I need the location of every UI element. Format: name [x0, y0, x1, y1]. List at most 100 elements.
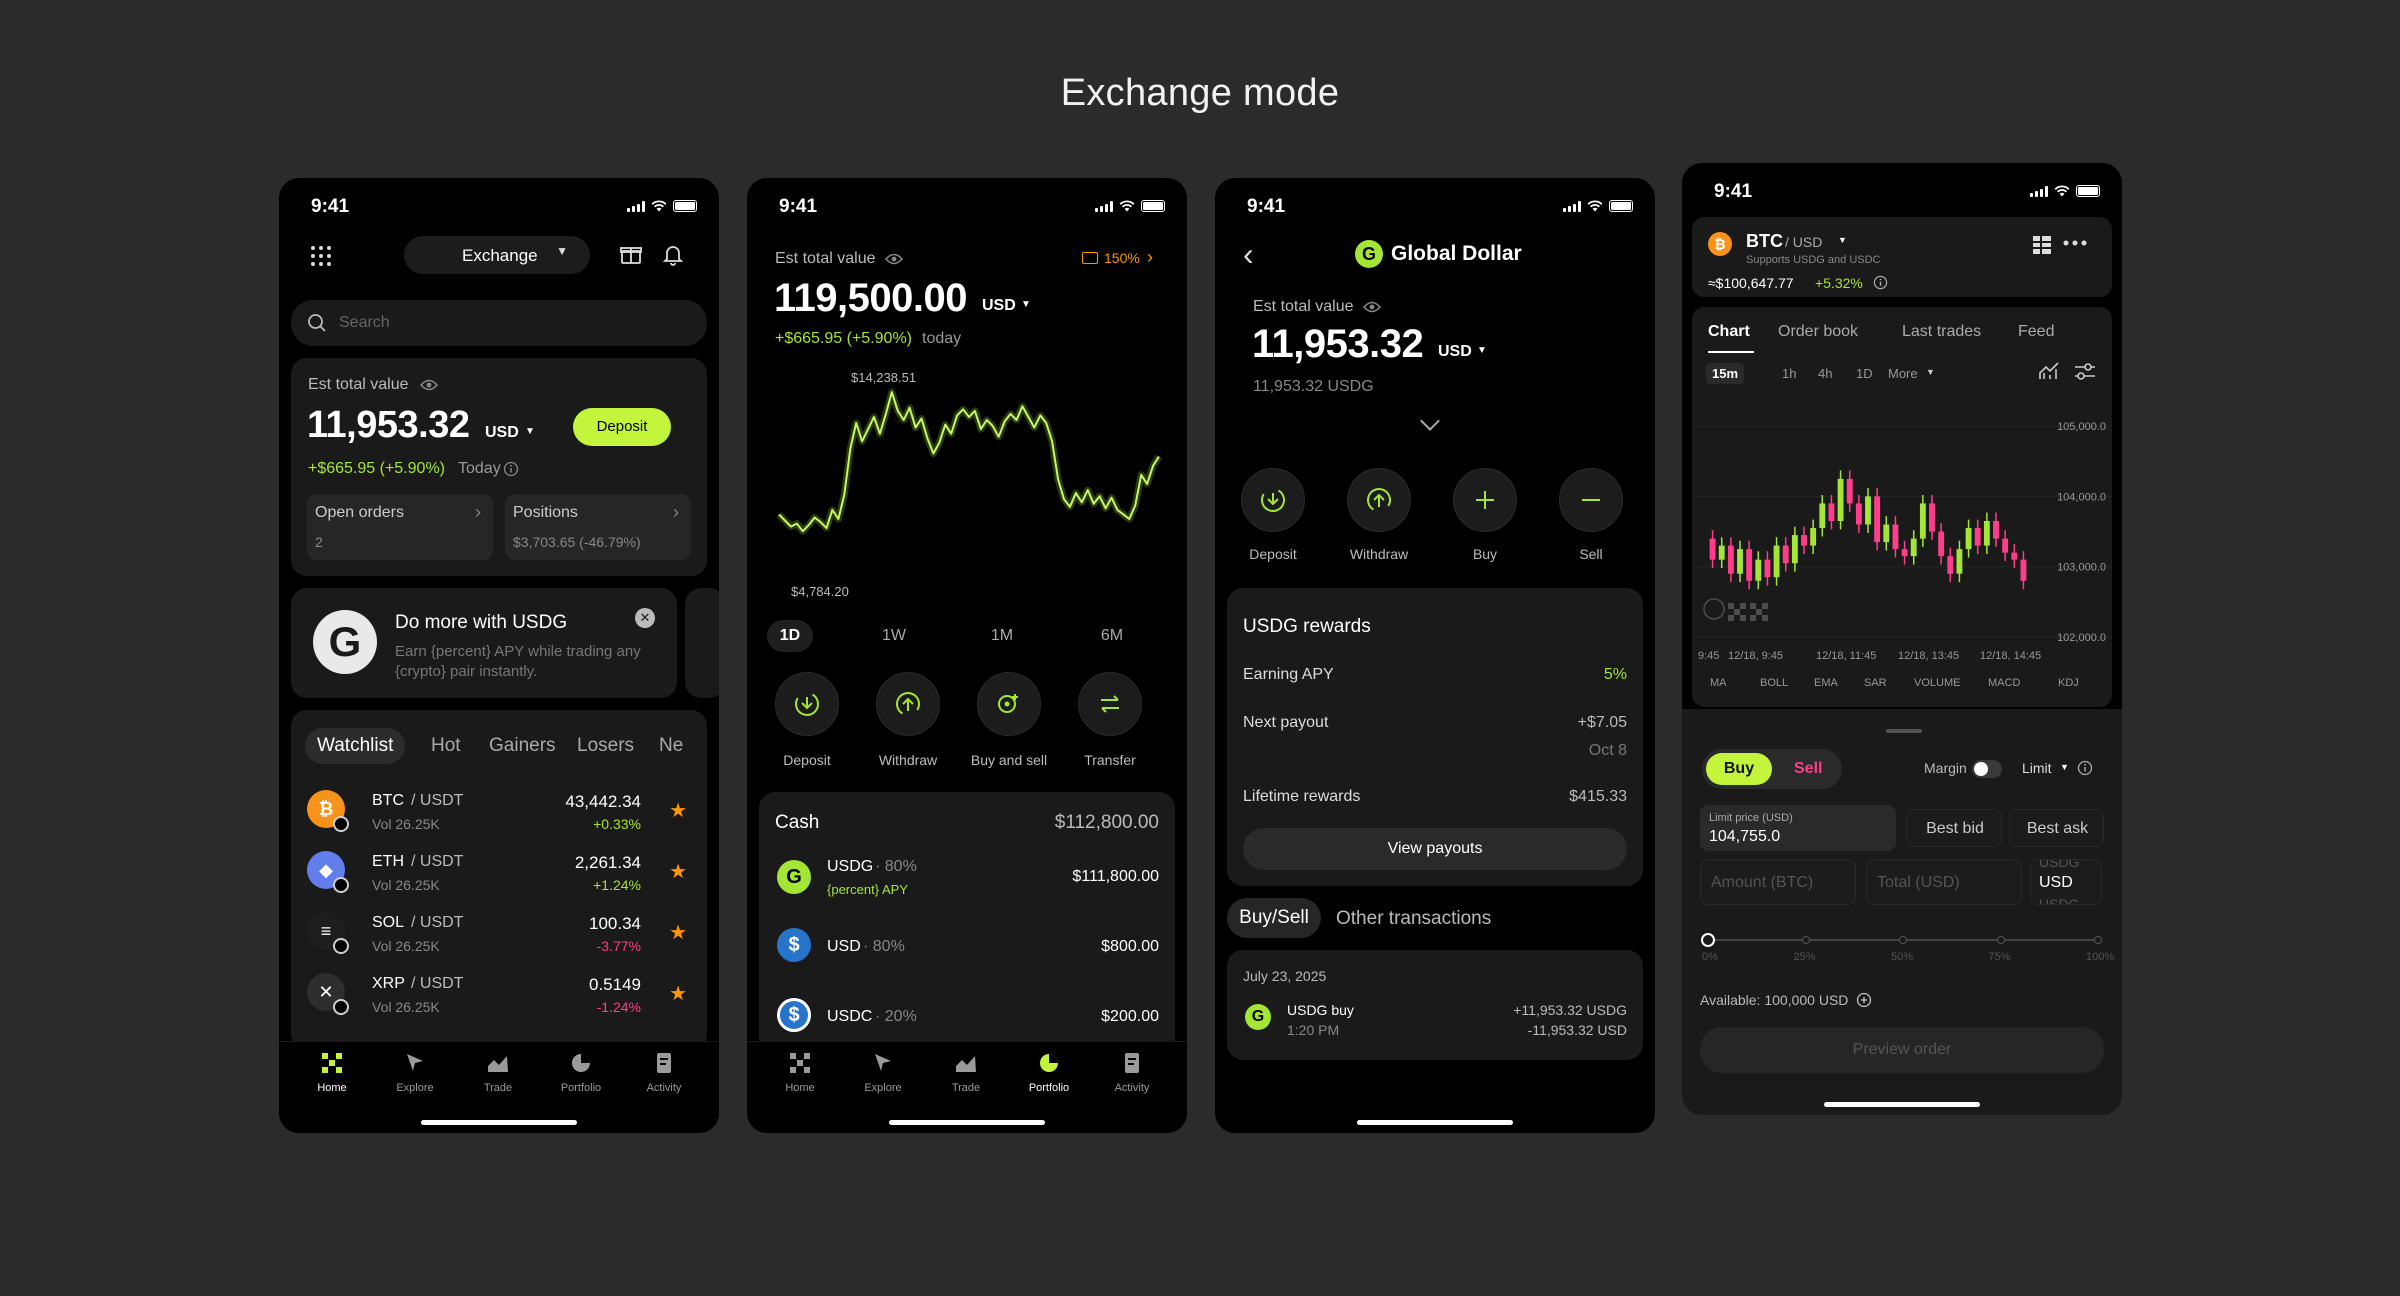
transfer-button[interactable]	[1078, 672, 1142, 736]
watchlist-tab[interactable]: Watchlist	[305, 728, 406, 764]
pair-base[interactable]: BTC	[1746, 231, 1783, 252]
add-funds-icon[interactable]	[1856, 992, 1872, 1008]
info-icon[interactable]	[1873, 275, 1888, 290]
apps-grid-icon[interactable]	[309, 244, 333, 268]
withdraw-button[interactable]	[876, 672, 940, 736]
promo-card[interactable]: G Do more with USDG ✕ Earn {percent} APY…	[291, 588, 677, 698]
watchlist-tab[interactable]: Ne	[647, 728, 695, 764]
watchlist-row[interactable]: ₿ BTC / USDT Vol 26.25K 43,442.34 +0.33% ★	[291, 788, 707, 844]
watchlist-tab[interactable]: Gainers	[477, 728, 568, 764]
interval-4h[interactable]: 4h	[1812, 363, 1838, 384]
chart-tab-last-trades[interactable]: Last trades	[1902, 323, 1981, 341]
indicator-volume[interactable]: VOLUME	[1914, 677, 1960, 689]
order-type[interactable]: Limit	[2022, 760, 2052, 776]
search-field[interactable]: Search	[291, 300, 707, 346]
gift-icon[interactable]	[619, 242, 643, 266]
chart-tab-chart[interactable]: Chart	[1708, 323, 1750, 341]
deposit-button[interactable]: Deposit	[573, 408, 671, 446]
expand-chevron-icon[interactable]	[1420, 411, 1440, 431]
mode-selector[interactable]: Exchange ▼	[404, 236, 590, 274]
eye-icon[interactable]	[885, 252, 903, 266]
tab-buy-sell[interactable]: Buy/Sell	[1227, 898, 1321, 938]
candlestick-chart[interactable]: 105,000.0 104,000.0 103,000.0 102,000.0 9:45…	[1692, 387, 2112, 667]
buy-and-sell-button[interactable]	[977, 672, 1041, 736]
sell-tab[interactable]: Sell	[1794, 760, 1822, 778]
watchlist-row[interactable]: ≡ SOL / USDT Vol 26.25K 100.34 -3.77% ★	[291, 910, 707, 966]
deposit-button[interactable]	[775, 672, 839, 736]
layout-icon[interactable]	[2032, 235, 2052, 255]
tab-portfolio[interactable]: Portfolio	[541, 1052, 621, 1094]
withdraw-button[interactable]	[1347, 468, 1411, 532]
tab-other-transactions[interactable]: Other transactions	[1336, 908, 1491, 930]
unit-picker[interactable]: USDG USD USDC	[2030, 859, 2102, 905]
open-orders-card[interactable]: Open orders › 2	[307, 494, 493, 560]
tab-explore[interactable]: Explore	[843, 1052, 923, 1094]
bell-icon[interactable]	[661, 242, 685, 266]
range-1d[interactable]: 1D	[767, 620, 813, 652]
positions-card[interactable]: Positions › $3,703.65 (-46.79%)	[505, 494, 691, 560]
eye-icon[interactable]	[420, 378, 438, 392]
settings-sliders-icon[interactable]	[2074, 362, 2096, 382]
balance-currency[interactable]: USD	[982, 297, 1016, 315]
watchlist-tab[interactable]: Losers	[565, 728, 646, 764]
cash-row[interactable]: $ USDC · 20% $200.00	[759, 996, 1175, 1046]
buy-button[interactable]	[1453, 468, 1517, 532]
best-ask-button[interactable]: Best ask	[2009, 809, 2104, 847]
amount-slider[interactable]: 0% 25% 50% 75% 100%	[1701, 933, 2114, 963]
balance-currency[interactable]: USD	[485, 424, 519, 442]
info-icon[interactable]	[503, 461, 519, 477]
sheet-handle[interactable]	[1886, 729, 1922, 733]
tab-activity[interactable]: Activity	[624, 1052, 704, 1094]
interval-15m[interactable]: 15m	[1706, 363, 1745, 384]
star-icon[interactable]: ★	[669, 920, 687, 945]
tab-explore[interactable]: Explore	[375, 1052, 455, 1094]
indicator-kdj[interactable]: KDJ	[2058, 677, 2079, 689]
tab-portfolio[interactable]: Portfolio	[1009, 1052, 1089, 1094]
total-field[interactable]: Total (USD)	[1866, 859, 2022, 905]
indicator-boll[interactable]: BOLL	[1760, 677, 1788, 689]
star-icon[interactable]: ★	[669, 981, 687, 1006]
watchlist-row[interactable]: ◆ ETH / USDT Vol 26.25K 2,261.34 +1.24% ★	[291, 849, 707, 905]
indicator-ema[interactable]: EMA	[1814, 677, 1838, 689]
info-icon[interactable]	[2077, 760, 2093, 776]
leverage-badge[interactable]: 150%	[1104, 250, 1140, 266]
indicators-icon[interactable]	[2038, 361, 2060, 381]
preview-order-button[interactable]: Preview order	[1700, 1027, 2104, 1073]
indicator-macd[interactable]: MACD	[1988, 677, 2020, 689]
more-icon[interactable]	[2062, 239, 2088, 247]
transaction-card[interactable]: July 23, 2025 G USDG buy 1:20 PM +11,953…	[1227, 950, 1643, 1060]
best-bid-button[interactable]: Best bid	[1906, 809, 2002, 847]
interval-1d[interactable]: 1D	[1850, 363, 1879, 384]
close-icon[interactable]: ✕	[635, 608, 655, 628]
interval-1h[interactable]: 1h	[1776, 363, 1802, 384]
cash-row[interactable]: G USDG · 80% {percent} APY $111,800.00	[759, 856, 1175, 906]
amount-field[interactable]: Amount (BTC)	[1700, 859, 1856, 905]
deposit-button[interactable]	[1241, 468, 1305, 532]
watchlist-tab[interactable]: Hot	[419, 728, 473, 764]
chart-tab-order-book[interactable]: Order book	[1778, 323, 1858, 341]
buy-tab[interactable]: Buy	[1706, 753, 1772, 785]
tab-trade[interactable]: Trade	[926, 1052, 1006, 1094]
margin-toggle[interactable]	[1972, 760, 2002, 778]
promo-card-next[interactable]	[685, 588, 719, 698]
indicator-sar[interactable]: SAR	[1864, 677, 1887, 689]
range-6m[interactable]: 6M	[1089, 620, 1135, 652]
view-payouts-button[interactable]: View payouts	[1243, 828, 1627, 870]
star-icon[interactable]: ★	[669, 859, 687, 884]
range-1w[interactable]: 1W	[871, 620, 917, 652]
tab-activity[interactable]: Activity	[1092, 1052, 1172, 1094]
eye-icon[interactable]	[1363, 300, 1381, 314]
tab-home[interactable]: Home	[760, 1052, 840, 1094]
chart-tab-feed[interactable]: Feed	[2018, 323, 2054, 341]
pair-quote[interactable]: / USD	[1785, 234, 1822, 250]
cash-row[interactable]: $ USD · 80% $800.00	[759, 926, 1175, 976]
sell-button[interactable]	[1559, 468, 1623, 532]
watchlist-row[interactable]: ✕ XRP / USDT Vol 26.25K 0.5149 -1.24% ★	[291, 971, 707, 1027]
tab-home[interactable]: Home	[292, 1052, 372, 1094]
tab-trade[interactable]: Trade	[458, 1052, 538, 1094]
limit-price-field[interactable]: Limit price (USD) 104,755.0	[1700, 805, 1896, 851]
indicator-ma[interactable]: MA	[1710, 677, 1727, 689]
balance-currency[interactable]: USD	[1438, 343, 1472, 361]
star-icon[interactable]: ★	[669, 798, 687, 823]
back-icon[interactable]: ‹	[1243, 236, 1254, 273]
